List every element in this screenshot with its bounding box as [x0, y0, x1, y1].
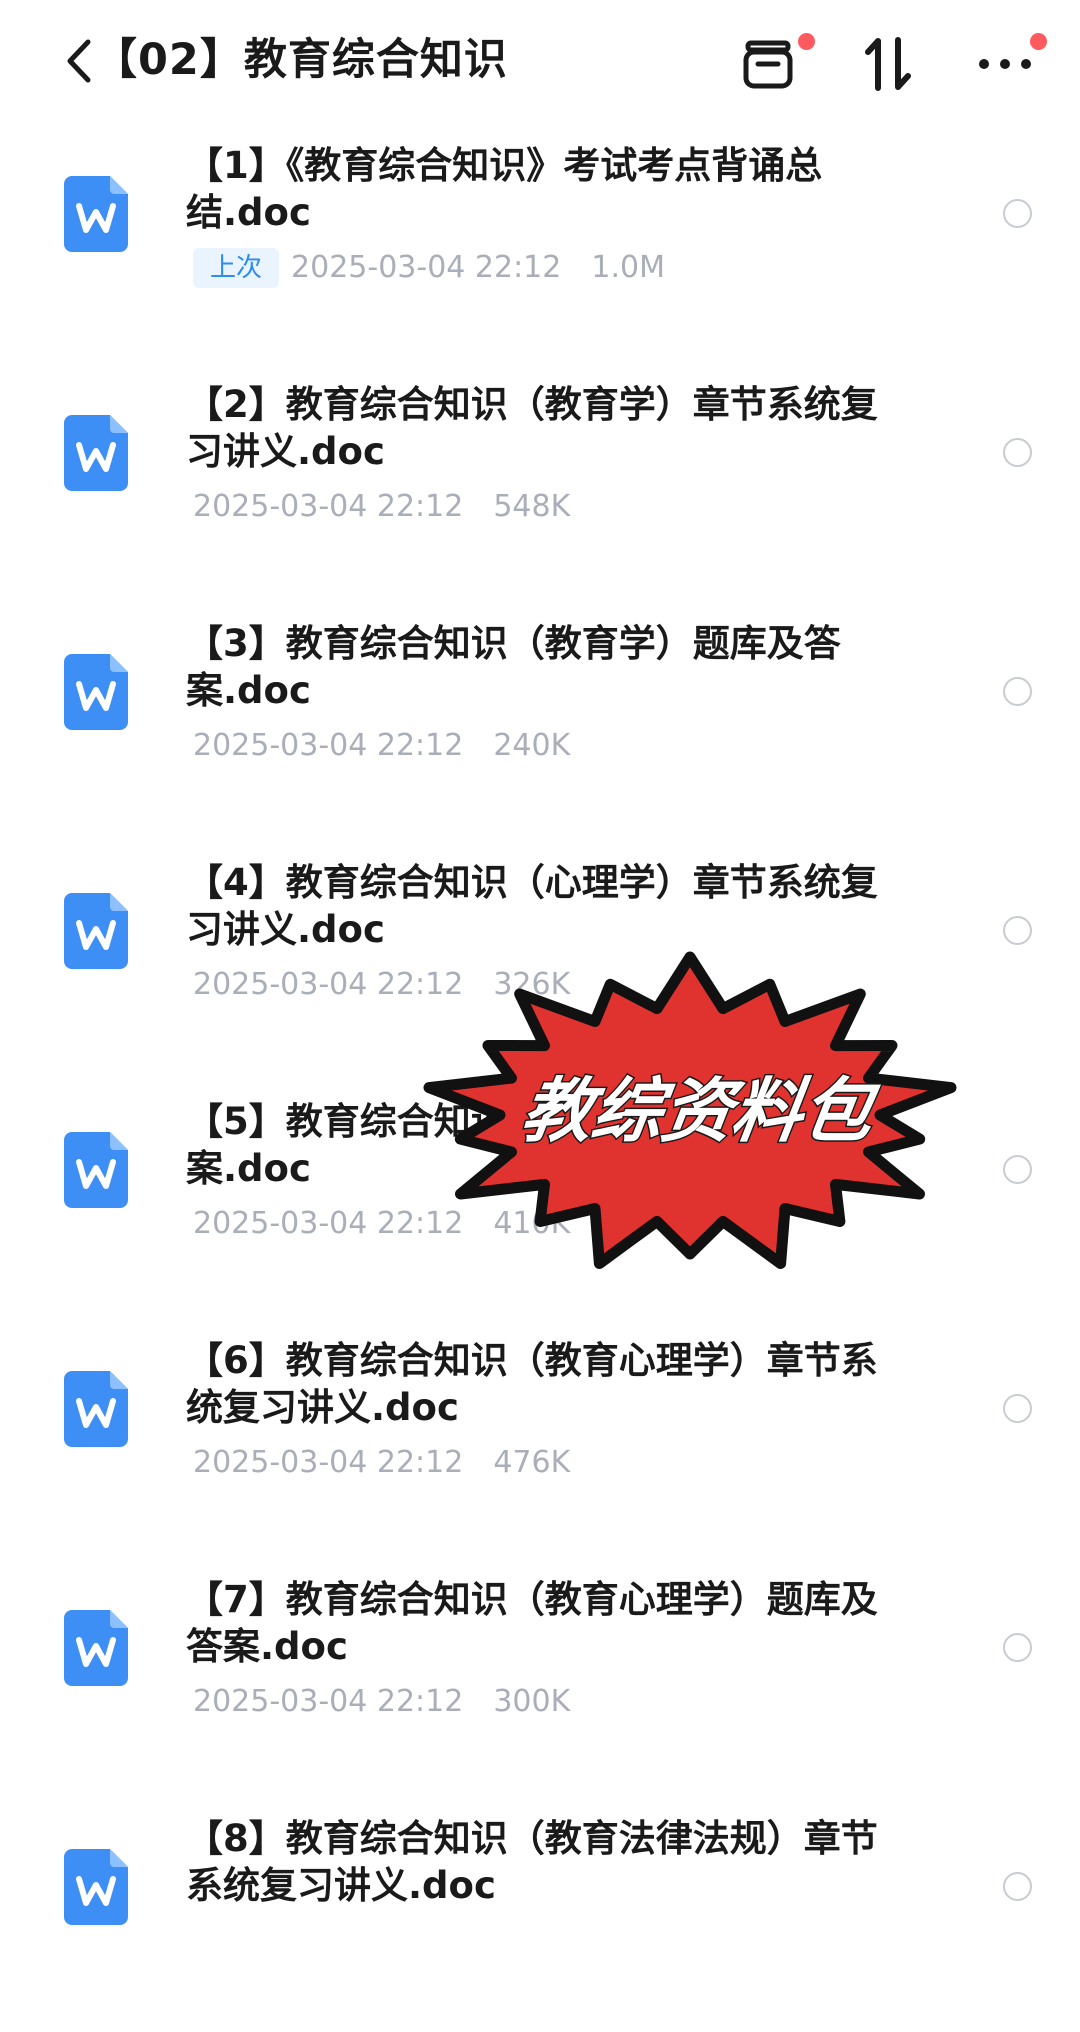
file-size: 1.0M: [591, 250, 665, 285]
file-size: 240K: [493, 728, 571, 763]
select-radio[interactable]: [1003, 1394, 1032, 1423]
file-row[interactable]: 【2】教育综合知识（教育学）章节系统复习讲义.doc 2025-03-04 22:…: [0, 359, 1080, 598]
page-title: 【02】教育综合知识: [94, 35, 508, 85]
file-date: 2025-03-04 22:12: [193, 489, 464, 524]
select-radio[interactable]: [1003, 438, 1032, 467]
word-doc-icon: [64, 1849, 128, 1925]
word-doc-icon: [64, 176, 128, 252]
file-name: 【7】教育综合知识（教育心理学）题库及答案.doc: [186, 1578, 878, 1668]
file-row[interactable]: 【8】教育综合知识（教育法律法规）章节系统复习讲义.doc: [0, 1793, 1080, 2032]
notification-dot: [798, 33, 815, 50]
archive-box-icon[interactable]: [742, 38, 798, 92]
file-date: 2025-03-04 22:12: [291, 250, 562, 285]
more-dots-icon[interactable]: [978, 54, 1032, 74]
word-doc-icon: [64, 1132, 128, 1208]
word-doc-icon: [64, 1610, 128, 1686]
select-radio[interactable]: [1003, 916, 1032, 945]
file-name: 【1】《教育综合知识》考试考点背诵总结.doc: [186, 144, 823, 234]
select-radio[interactable]: [1003, 199, 1032, 228]
header-bar: 【02】教育综合知识: [0, 0, 1080, 125]
select-radio[interactable]: [1003, 677, 1032, 706]
file-row[interactable]: 【6】教育综合知识（教育心理学）章节系统复习讲义.doc 2025-03-04 2…: [0, 1315, 1080, 1554]
file-size: 548K: [493, 489, 571, 524]
file-row[interactable]: 【7】教育综合知识（教育心理学）题库及答案.doc 2025-03-04 22:1…: [0, 1554, 1080, 1793]
word-doc-icon: [64, 1371, 128, 1447]
file-date: 2025-03-04 22:12: [193, 1684, 464, 1719]
chevron-left-icon[interactable]: [60, 34, 96, 88]
word-doc-icon: [64, 893, 128, 969]
file-name: 【6】教育综合知识（教育心理学）章节系统复习讲义.doc: [186, 1339, 878, 1429]
file-name: 【8】教育综合知识（教育法律法规）章节系统复习讲义.doc: [186, 1817, 878, 1907]
file-row[interactable]: 【1】《教育综合知识》考试考点背诵总结.doc 上次 2025-03-04 22:1…: [0, 120, 1080, 359]
file-meta: 2025-03-04 22:12 300K: [193, 1682, 570, 1722]
file-name: 【3】教育综合知识（教育学）题库及答案.doc: [186, 622, 841, 712]
file-name: 【2】教育综合知识（教育学）章节系统复习讲义.doc: [186, 383, 878, 473]
select-radio[interactable]: [1003, 1633, 1032, 1662]
word-doc-icon: [64, 654, 128, 730]
notification-dot: [1030, 33, 1047, 50]
file-meta: 2025-03-04 22:12 240K: [193, 726, 570, 766]
promo-burst-sticker: 教综资料包: [423, 951, 957, 1269]
file-date: 2025-03-04 22:12: [193, 728, 464, 763]
select-radio[interactable]: [1003, 1872, 1032, 1901]
sort-arrows-icon[interactable]: [862, 36, 914, 92]
file-meta: 2025-03-04 22:12 476K: [193, 1443, 570, 1483]
word-doc-icon: [64, 415, 128, 491]
last-opened-badge: 上次: [193, 248, 280, 288]
select-radio[interactable]: [1003, 1155, 1032, 1184]
file-row[interactable]: 【3】教育综合知识（教育学）题库及答案.doc 2025-03-04 22:12 2…: [0, 598, 1080, 837]
file-name: 【4】教育综合知识（心理学）章节系统复习讲义.doc: [186, 861, 878, 951]
file-size: 476K: [493, 1445, 571, 1480]
file-date: 2025-03-04 22:12: [193, 1445, 464, 1480]
promo-text: 教综资料包: [517, 1070, 884, 1152]
file-meta: 上次 2025-03-04 22:12 1.0M: [193, 248, 665, 288]
file-meta: 2025-03-04 22:12 548K: [193, 487, 570, 527]
file-size: 300K: [493, 1684, 571, 1719]
